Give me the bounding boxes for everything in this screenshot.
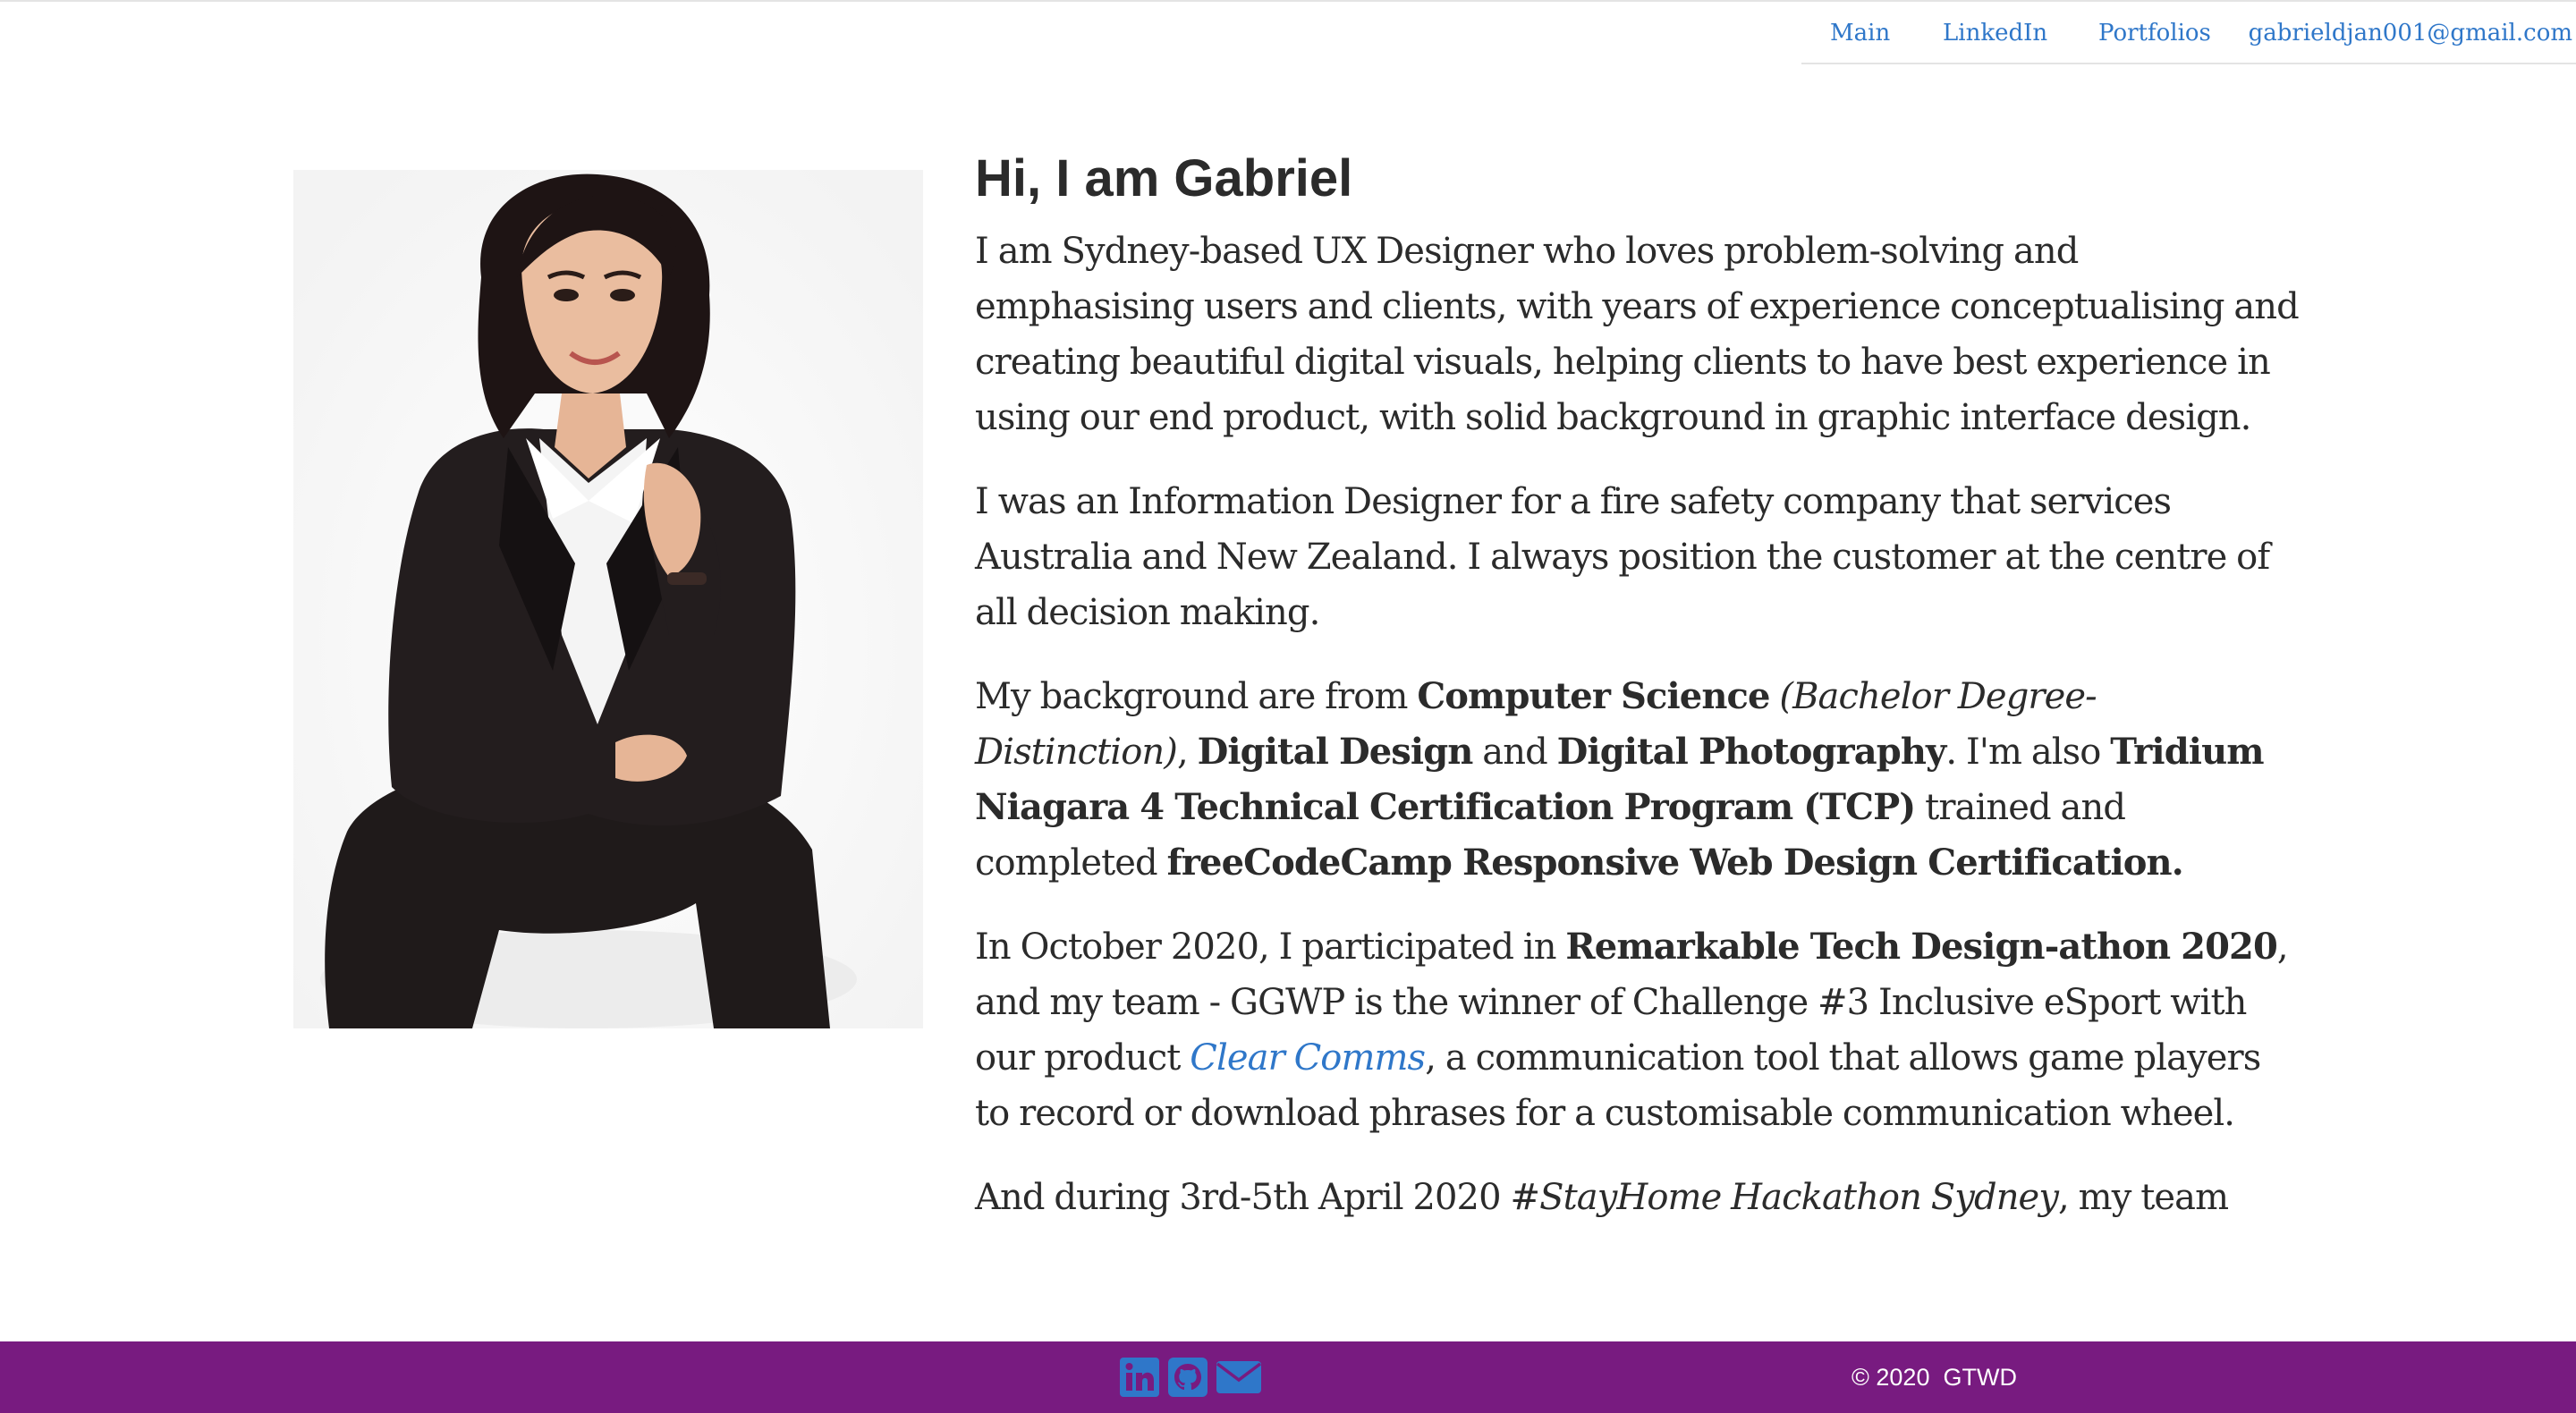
designathon-paragraph: In October 2020, I participated in Remar… [975, 919, 2299, 1141]
background-fcc: freeCodeCamp Responsive Web Design Certi… [1166, 842, 2184, 884]
background-text: and [1472, 732, 1557, 773]
profile-portrait [293, 170, 923, 1028]
background-digital-design: Digital Design [1197, 731, 1474, 773]
portrait-illustration [293, 170, 923, 1028]
hackathon-text: And during 3rd-5th April 2020 [975, 1177, 1511, 1218]
clear-comms-link[interactable]: Clear Comms [1190, 1037, 1426, 1079]
nav-main-link[interactable]: Main [1830, 18, 1890, 48]
designathon-event: Remarkable Tech Design-athon 2020 [1565, 926, 2277, 968]
nav-email-link[interactable]: gabrieldjan001@gmail.com [2249, 18, 2572, 48]
about-content: Hi, I am Gabriel I am Sydney-based UX De… [975, 143, 2300, 1254]
background-text: , [1176, 732, 1198, 773]
linkedin-icon[interactable] [1118, 1356, 1161, 1399]
site-footer: © 2020 GTWD [0, 1341, 2576, 1413]
copyright-text: © 2020 GTWD [1852, 1364, 2017, 1391]
background-photography: Digital Photography [1556, 731, 1947, 773]
nav-portfolios-link[interactable]: Portfolios [2098, 18, 2211, 48]
github-icon[interactable] [1166, 1356, 1209, 1399]
hackathon-event: #StayHome Hackathon Sydney [1510, 1177, 2059, 1218]
background-paragraph: My background are from Computer Science … [975, 669, 2299, 891]
page-title: Hi, I am Gabriel [975, 149, 1353, 207]
background-text: . I'm also [1945, 732, 2111, 773]
experience-paragraph: I was an Information Designer for a fire… [975, 481, 2270, 633]
intro-paragraph: I am Sydney-based UX Designer who loves … [975, 231, 2300, 438]
nav-linkedin-link[interactable]: LinkedIn [1943, 18, 2047, 48]
background-cs: Computer Science [1417, 675, 1770, 717]
designathon-text: In October 2020, I participated in [975, 926, 1566, 968]
top-navigation: Main LinkedIn Portfolios gabrieldjan001@… [1801, 0, 2576, 64]
hackathon-paragraph: And during 3rd-5th April 2020 #StayHome … [975, 1170, 2299, 1225]
hackathon-text: , my team [2058, 1177, 2229, 1218]
background-text [1770, 676, 1780, 717]
background-text: My background are from [975, 676, 1418, 717]
mail-icon[interactable] [1215, 1356, 1263, 1399]
